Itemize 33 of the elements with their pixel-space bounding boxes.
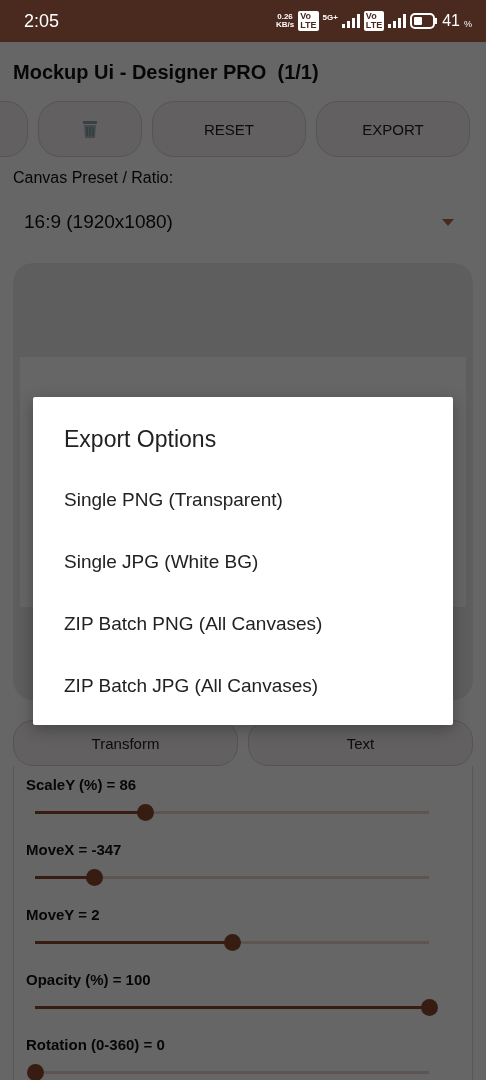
export-option[interactable]: ZIP Batch PNG (All Canvases)	[33, 593, 453, 655]
volte-icon: Vo LTE	[298, 11, 319, 31]
slider-thumb[interactable]	[421, 999, 438, 1016]
slider-label: Opacity (%) = 100	[26, 971, 152, 990]
signal-icon	[388, 14, 407, 28]
dropdown-caret-icon	[442, 218, 454, 226]
battery-icon	[410, 13, 439, 29]
slider-label: ScaleY (%) = 86	[26, 776, 138, 795]
percent-sign: %	[464, 19, 472, 29]
field-label: Canvas Preset / Ratio:	[13, 169, 175, 187]
signal-icon	[341, 14, 360, 28]
toolbar-button[interactable]: EXPORT	[316, 101, 470, 157]
app-title: Mockup Ui - Designer PRO (1/1)	[12, 60, 320, 85]
slider-thumb[interactable]	[137, 804, 155, 821]
export-option[interactable]: ZIP Batch JPG (All Canvases)	[33, 655, 453, 717]
status-time: 2:05	[24, 10, 61, 32]
export-option[interactable]: Single PNG (Transparent)	[33, 469, 453, 531]
slider-thumb[interactable]	[224, 934, 241, 951]
slider-label: MoveY = 2	[26, 906, 101, 925]
dialog-title: Export Options	[63, 425, 218, 454]
preset-dropdown[interactable]: 16:9 (1920x1080)	[24, 211, 454, 233]
slider-label: Rotation (0-360) = 0	[26, 1036, 166, 1055]
network-speed: 0.26 KB/s	[275, 13, 295, 29]
network-type: 5G+	[322, 13, 338, 22]
battery-percent: 41	[442, 12, 460, 30]
export-option[interactable]: Single JPG (White BG)	[33, 531, 453, 593]
toolbar-button[interactable]: RESET	[152, 101, 306, 157]
slider-label: MoveX = -347	[26, 841, 123, 860]
slider-thumb[interactable]	[86, 869, 104, 886]
volte-icon: Vo LTE	[363, 11, 385, 31]
trash-icon	[82, 119, 98, 139]
slider-thumb[interactable]	[27, 1064, 44, 1080]
delete-button[interactable]	[38, 101, 142, 157]
